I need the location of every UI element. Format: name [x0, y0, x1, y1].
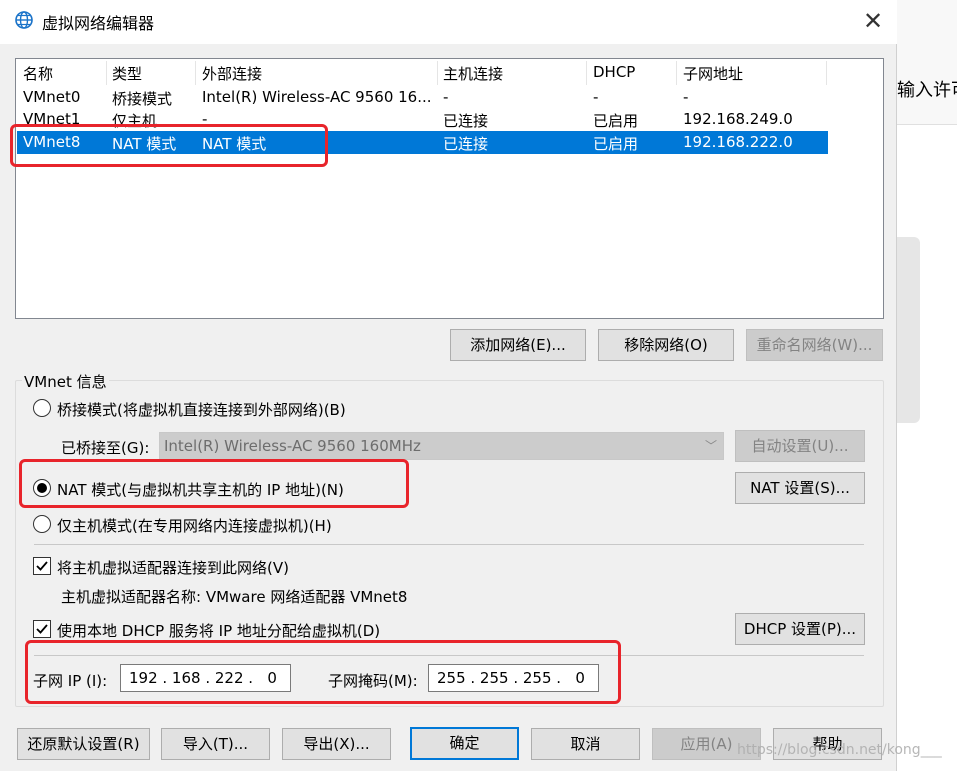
host-only-radio[interactable]	[33, 515, 51, 533]
column-separator	[437, 61, 438, 85]
vmnet-info-title: VMnet 信息	[22, 371, 109, 392]
auto-settings-button[interactable]: 自动设置(U)...	[735, 430, 865, 462]
highlight-vmnet8-row	[10, 124, 328, 167]
cell-subnet: 192.168.249.0	[683, 110, 793, 128]
bridged-to-select[interactable]: Intel(R) Wireless-AC 9560 160MHz ﹀	[159, 432, 724, 460]
checkmark-icon	[36, 624, 48, 634]
rename-network-button[interactable]: 重命名网络(W)...	[746, 329, 883, 361]
column-header-subnet[interactable]: 子网地址	[683, 63, 743, 85]
cell-dhcp: -	[593, 88, 599, 106]
cell-subnet: -	[683, 88, 689, 106]
divider	[34, 544, 864, 545]
cell-dhcp: 已启用	[593, 112, 639, 130]
column-separator	[826, 61, 827, 85]
network-row-vmnet0[interactable]: VMnet0 桥接模式 Intel(R) Wireless-AC 9560 16…	[17, 86, 828, 109]
bridge-mode-label[interactable]: 桥接模式(将虚拟机直接连接到外部网络)(B)	[57, 399, 346, 420]
cell-name: VMnet0	[23, 88, 81, 106]
column-header-name[interactable]: 名称	[23, 63, 53, 85]
cell-host: 已连接	[443, 112, 489, 130]
cell-host: -	[443, 88, 449, 106]
connect-adapter-label[interactable]: 将主机虚拟适配器连接到此网络(V)	[57, 557, 289, 578]
background-app: 输入许可	[897, 0, 957, 771]
host-only-label[interactable]: 仅主机模式(在专用网络内连接虚拟机)(H)	[57, 515, 332, 536]
cell-dhcp: 已启用	[593, 135, 639, 153]
cell-host: 已连接	[443, 135, 489, 153]
restore-defaults-button[interactable]: 还原默认设置(R)	[17, 728, 150, 760]
export-button[interactable]: 导出(X)...	[282, 728, 391, 760]
bridged-to-value: Intel(R) Wireless-AC 9560 160MHz	[164, 437, 421, 455]
bridge-mode-radio[interactable]	[33, 399, 51, 417]
column-separator	[195, 61, 196, 85]
column-separator	[586, 61, 587, 85]
background-toolbar: 输入许可	[897, 0, 957, 125]
column-header-host[interactable]: 主机连接	[443, 63, 503, 85]
column-separator	[676, 61, 677, 85]
column-header-dhcp[interactable]: DHCP	[593, 63, 635, 85]
dhcp-checkbox[interactable]	[33, 620, 51, 638]
background-panel	[897, 237, 920, 423]
checkmark-icon	[36, 561, 48, 571]
import-button[interactable]: 导入(T)...	[161, 728, 270, 760]
window-title: 虚拟网络编辑器	[42, 14, 155, 33]
cancel-button[interactable]: 取消	[531, 728, 640, 760]
dhcp-settings-button[interactable]: DHCP 设置(P)...	[735, 613, 865, 645]
add-network-button[interactable]: 添加网络(E)...	[450, 329, 586, 361]
bridged-to-label: 已桥接至(G):	[61, 439, 150, 457]
adapter-name-text: 主机虚拟适配器名称: VMware 网络适配器 VMnet8	[61, 588, 408, 606]
network-list[interactable]: 名称 类型 外部连接 主机连接 DHCP 子网地址 VMnet0 桥接模式 In…	[15, 58, 884, 319]
column-separator	[106, 61, 107, 85]
background-app-text: 输入许可	[897, 80, 957, 101]
globe-icon	[15, 11, 33, 29]
column-header-external[interactable]: 外部连接	[202, 63, 262, 85]
highlight-nat-mode	[19, 459, 409, 508]
title-bar: 虚拟网络编辑器 ✕	[0, 0, 897, 44]
close-icon: ✕	[862, 7, 884, 35]
remove-network-button[interactable]: 移除网络(O)	[598, 329, 734, 361]
connect-adapter-checkbox[interactable]	[33, 557, 51, 575]
cell-external: Intel(R) Wireless-AC 9560 16...	[202, 88, 432, 106]
column-header-type[interactable]: 类型	[112, 63, 142, 85]
cell-type: 桥接模式	[112, 90, 173, 108]
cell-subnet: 192.168.222.0	[683, 133, 793, 151]
highlight-subnet	[25, 640, 621, 704]
close-button[interactable]: ✕	[858, 8, 888, 36]
ok-button[interactable]: 确定	[410, 727, 519, 760]
chevron-down-icon: ﹀	[704, 439, 717, 453]
watermark: https://blog.csdn.net/kong___	[737, 742, 942, 758]
dhcp-label[interactable]: 使用本地 DHCP 服务将 IP 地址分配给虚拟机(D)	[57, 620, 380, 641]
nat-settings-button[interactable]: NAT 设置(S)...	[735, 472, 865, 504]
